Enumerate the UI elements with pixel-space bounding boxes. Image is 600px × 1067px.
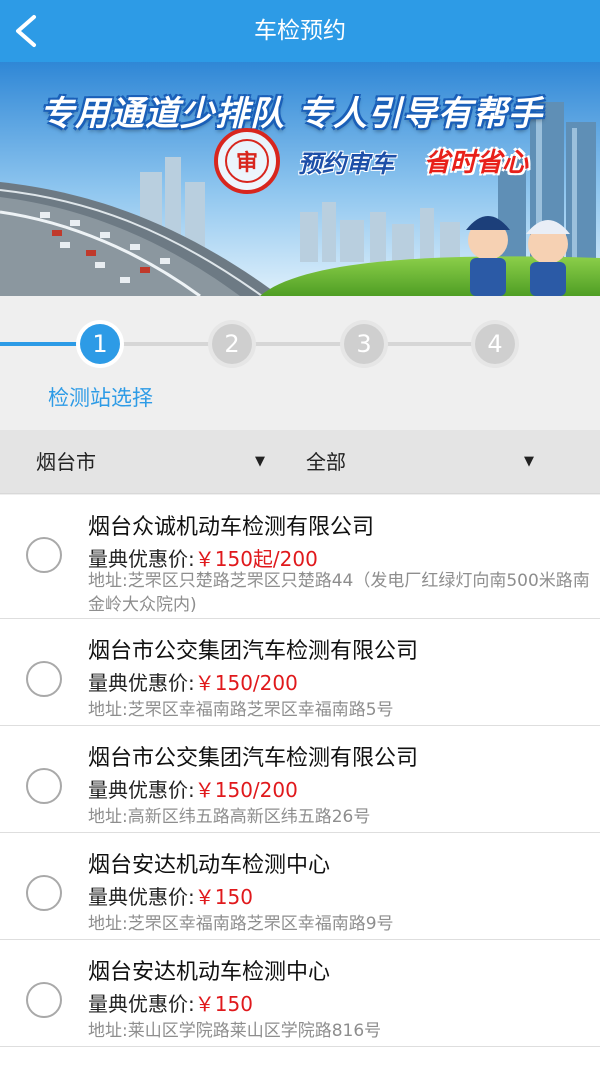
station-radio[interactable] [26, 875, 62, 911]
station-item[interactable]: 烟台市公交集团汽车检测有限公司 量典优惠价:￥150/200 地址:芝罘区幸福南… [0, 619, 600, 726]
price-label: 量典优惠价: [88, 547, 195, 571]
station-price-row: 量典优惠价:￥150 [88, 881, 253, 910]
step-1: 1 [80, 324, 120, 364]
station-name: 烟台市公交集团汽车检测有限公司 [88, 746, 419, 771]
station-list: 烟台众诚机动车检测有限公司 量典优惠价:￥150起/200 地址:芝罘区只楚路芝… [0, 495, 600, 1067]
station-item[interactable]: 烟台市公交集团汽车检测有限公司 量典优惠价:￥150/200 地址:高新区纬五路… [0, 726, 600, 833]
app-header: 车检预约 [0, 0, 600, 62]
station-price: ￥150/200 [194, 671, 298, 695]
station-price: ￥150 [194, 992, 253, 1016]
caret-down-icon: ▼ [255, 454, 265, 469]
caret-down-icon: ▼ [524, 454, 534, 469]
station-price: ￥150起/200 [194, 547, 318, 571]
station-radio[interactable] [26, 768, 62, 804]
page-title: 车检预约 [254, 18, 346, 44]
station-address: 地址:高新区纬五路高新区纬五路26号 [88, 807, 371, 827]
inspection-stamp: 审 [214, 128, 280, 194]
station-price: ￥150/200 [194, 778, 298, 802]
district-value: 全部 [306, 450, 346, 474]
district-dropdown[interactable]: 全部 ▼ [290, 430, 600, 494]
station-item[interactable]: 烟台安达机动车检测中心 量典优惠价:￥150 地址:莱山区学院路莱山区学院路81… [0, 940, 600, 1047]
step-line-pending [100, 342, 495, 346]
station-radio[interactable] [26, 982, 62, 1018]
station-price-row: 量典优惠价:￥150 [88, 988, 253, 1017]
station-address: 地址:芝罘区只楚路芝罘区只楚路44（发电厂红绿灯向南500米路南金岭大众院内) [88, 571, 590, 615]
station-price-row: 量典优惠价:￥150起/200 [88, 543, 318, 572]
promo-banner: 专用通道少排队 专人引导有帮手 审 预约审车 省时省心 [0, 62, 600, 296]
station-address: 地址:莱山区学院路莱山区学院路816号 [88, 1021, 382, 1041]
price-label: 量典优惠价: [88, 885, 195, 909]
banner-tag-save-time: 省时省心 [424, 148, 529, 178]
price-label: 量典优惠价: [88, 992, 195, 1016]
city-dropdown[interactable]: 烟台市 ▼ [0, 430, 290, 494]
banner-tag-appointment: 预约审车 [298, 150, 394, 178]
station-price: ￥150 [194, 885, 253, 909]
station-address: 地址:芝罘区幸福南路芝罘区幸福南路9号 [88, 914, 394, 934]
station-name: 烟台安达机动车检测中心 [88, 960, 331, 985]
banner-slogan: 专用通道少排队 专人引导有帮手 [40, 94, 543, 134]
station-name: 烟台市公交集团汽车检测有限公司 [88, 639, 419, 664]
step-2: 2 [212, 324, 252, 364]
station-price-row: 量典优惠价:￥150/200 [88, 667, 298, 696]
stamp-char: 审 [225, 139, 269, 183]
station-item[interactable]: 烟台安达机动车检测中心 量典优惠价:￥150 地址:芝罘区幸福南路芝罘区幸福南路… [0, 833, 600, 940]
chevron-left-icon [16, 15, 36, 47]
current-step-label: 检测站选择 [48, 386, 153, 410]
price-label: 量典优惠价: [88, 671, 195, 695]
city-value: 烟台市 [36, 450, 96, 474]
station-price-row: 量典优惠价:￥150/200 [88, 774, 298, 803]
filter-bar: 烟台市 ▼ 全部 ▼ [0, 430, 600, 494]
price-label: 量典优惠价: [88, 778, 195, 802]
station-name: 烟台众诚机动车检测有限公司 [88, 515, 375, 540]
station-radio[interactable] [26, 661, 62, 697]
station-name: 烟台安达机动车检测中心 [88, 853, 331, 878]
step-4: 4 [475, 324, 515, 364]
station-address: 地址:芝罘区幸福南路芝罘区幸福南路5号 [88, 700, 394, 720]
progress-steps: 1 2 3 4 检测站选择 [0, 296, 600, 430]
step-3: 3 [344, 324, 384, 364]
station-item[interactable]: 烟台众诚机动车检测有限公司 量典优惠价:￥150起/200 地址:芝罘区只楚路芝… [0, 495, 600, 619]
station-radio[interactable] [26, 537, 62, 573]
back-button[interactable] [6, 8, 50, 54]
